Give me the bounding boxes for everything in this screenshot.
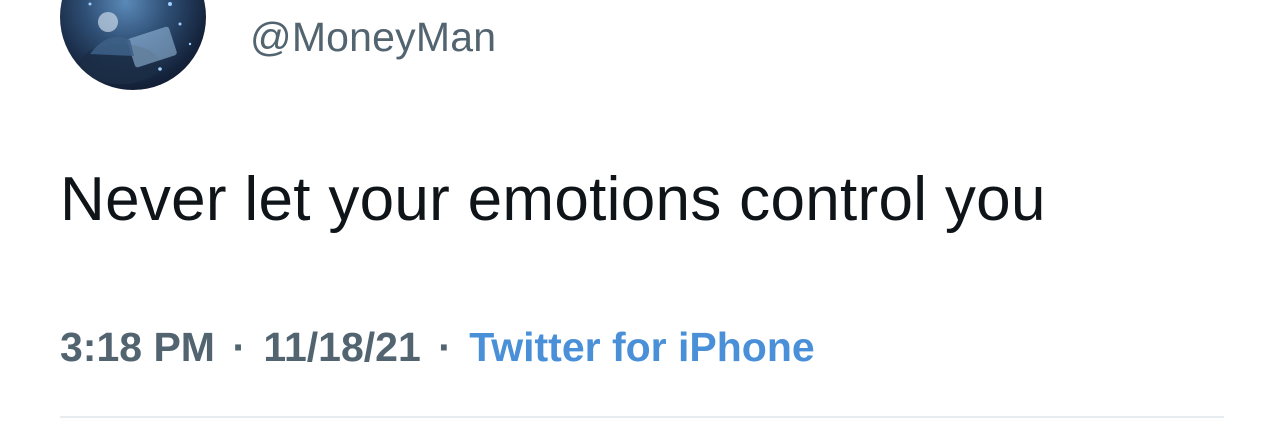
tweet-date[interactable]: 11/18/21: [263, 324, 420, 370]
tweet-card: @MoneyMan Never let your emotions contro…: [0, 0, 1284, 427]
meta-separator: ·: [438, 324, 452, 370]
tweet-source-link[interactable]: Twitter for iPhone: [469, 324, 814, 370]
meta-separator: ·: [232, 324, 247, 370]
avatar-image: [80, 2, 192, 84]
tweet-time[interactable]: 3:18 PM: [60, 324, 215, 370]
divider: [60, 416, 1224, 418]
user-handle[interactable]: @MoneyMan: [250, 14, 496, 61]
tweet-text: Never let your emotions control you: [60, 165, 1046, 234]
tweet-meta: 3:18 PM · 11/18/21 · Twitter for iPhone: [60, 324, 815, 371]
avatar[interactable]: [60, 0, 206, 90]
